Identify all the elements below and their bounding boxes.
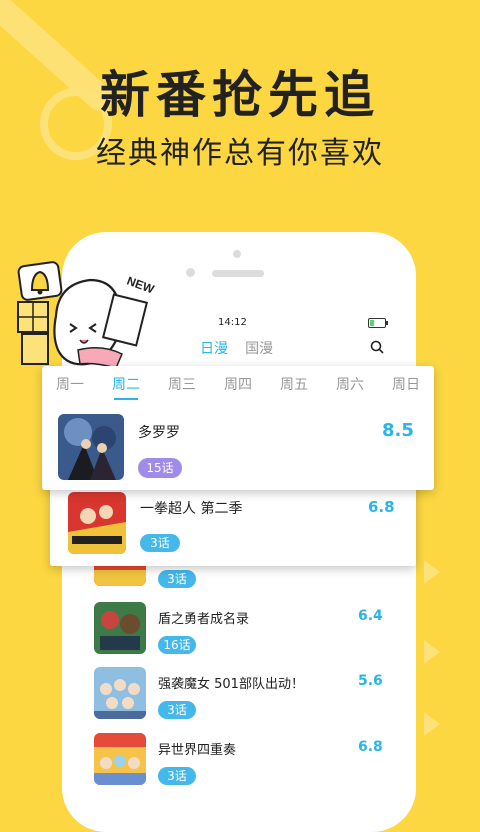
list-title: 异世界四重奏 [158,743,237,758]
hero-subline: 经典神作总有你喜欢 [96,136,384,171]
tab-sunday[interactable]: 周日 [386,374,426,394]
category-tabs: 日漫 国漫 [200,338,285,358]
anime-cover-one-punch-man[interactable] [68,492,126,554]
list-score: 5.6 [358,673,383,689]
episode-badge[interactable]: 3话 [158,570,196,588]
second-schedule-card: 一拳超人 第二季 6.8 3话 [50,480,416,566]
battery-icon [368,318,388,328]
battery-fill [370,320,374,326]
list-score: 6.8 [358,739,383,755]
list-item[interactable]: 强袭魔女 501部队出动！ 5.6 3话 [94,667,384,727]
list-item[interactable]: 盾之勇者成名录 6.4 16话 [94,602,384,662]
second-score: 6.8 [368,498,395,516]
featured-episode-badge[interactable]: 15话 [138,458,182,478]
featured-title[interactable]: 多罗罗 [138,422,180,442]
tab-thursday[interactable]: 周四 [218,374,258,394]
second-title[interactable]: 一拳超人 第二季 [140,498,242,518]
phone-speaker [212,270,264,277]
background-arrow [424,712,440,736]
anime-cover-dororo[interactable] [58,414,124,480]
new-label: NEW [125,274,157,297]
tab-tuesday[interactable]: 周二 [106,374,146,400]
list-title: 盾之勇者成名录 [158,612,250,627]
list-score: 6.4 [358,608,383,624]
anime-cover-strike-witches [94,667,146,719]
background-arrow [424,640,440,664]
tab-saturday[interactable]: 周六 [330,374,370,394]
tab-monday[interactable]: 周一 [50,374,90,394]
episode-badge[interactable]: 16话 [158,636,196,654]
phone-sensor [186,268,195,277]
mascot-illustration: NEW [17,261,157,369]
bell-icon [17,261,63,301]
phone-camera [233,250,241,258]
anime-cover-isekai-quartet [94,733,146,785]
weekday-tabs: 周一 周二 周三 周四 周五 周六 周日 [42,374,434,400]
tab-chinese-anime[interactable]: 国漫 [245,338,273,358]
anime-cover-shield-hero [94,602,146,654]
featured-schedule-card: 周一 周二 周三 周四 周五 周六 周日 多罗罗 8.5 15话 [42,366,434,490]
search-icon[interactable] [370,340,384,354]
status-time: 14:12 [218,317,247,328]
episode-badge[interactable]: 3话 [158,767,196,785]
tab-friday[interactable]: 周五 [274,374,314,394]
episode-badge[interactable]: 3话 [158,701,196,719]
hero-headline: 新番抢先追 [100,66,380,124]
tab-japanese-anime[interactable]: 日漫 [200,338,228,358]
second-episode-badge[interactable]: 3话 [140,534,180,552]
featured-score: 8.5 [382,420,414,441]
list-item[interactable]: 异世界四重奏 6.8 3话 [94,733,384,793]
list-title: 强袭魔女 501部队出动！ [158,677,304,692]
tab-wednesday[interactable]: 周三 [162,374,202,394]
background-arrow [424,560,440,584]
